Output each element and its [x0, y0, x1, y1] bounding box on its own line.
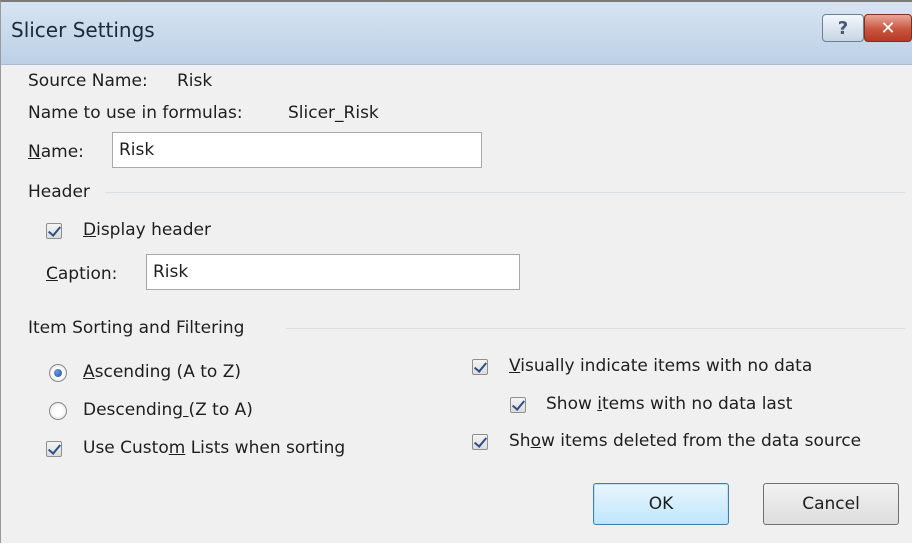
sorting-group-title: Item Sorting and Filtering [28, 318, 245, 338]
cancel-button[interactable]: Cancel [763, 483, 899, 525]
help-button[interactable]: ? [822, 14, 864, 42]
caption-label: Caption: [46, 264, 118, 284]
close-button[interactable]: ✕ [864, 14, 912, 42]
show-items-last-label[interactable]: Show items with no data last [546, 394, 792, 414]
close-icon: ✕ [880, 17, 896, 39]
caption-input[interactable] [146, 254, 520, 290]
help-icon: ? [837, 17, 849, 39]
formula-name-value: Slicer_Risk [288, 103, 379, 123]
custom-lists-checkbox[interactable] [46, 441, 62, 457]
show-deleted-items-label[interactable]: Show items deleted from the data source [509, 431, 861, 451]
ascending-radio[interactable] [49, 364, 67, 382]
slicer-settings-dialog: Slicer Settings ? ✕ Source Name: Risk Na… [0, 0, 912, 543]
descending-label[interactable]: Descending (Z to A) [83, 400, 253, 420]
custom-lists-label[interactable]: Use Custom Lists when sorting [83, 438, 345, 458]
name-input[interactable] [112, 132, 482, 168]
header-group-divider [105, 192, 905, 193]
descending-radio[interactable] [49, 402, 67, 420]
display-header-label[interactable]: Display header [83, 220, 211, 240]
ascending-label[interactable]: Ascending (A to Z) [83, 362, 241, 382]
formula-name-label: Name to use in formulas: [28, 103, 243, 123]
ok-button[interactable]: OK [593, 483, 729, 525]
header-group-title: Header [28, 182, 90, 202]
display-header-checkbox[interactable] [46, 223, 62, 239]
sorting-group-divider [286, 328, 905, 329]
visually-indicate-label[interactable]: Visually indicate items with no data [509, 356, 812, 376]
visually-indicate-checkbox[interactable] [472, 359, 488, 375]
show-deleted-items-checkbox[interactable] [472, 434, 488, 450]
source-name-value: Risk [177, 71, 213, 91]
show-items-last-checkbox[interactable] [510, 397, 526, 413]
name-label: Name: [28, 142, 84, 162]
title-bar[interactable]: Slicer Settings ? ✕ [1, 2, 912, 65]
source-name-label: Source Name: [28, 71, 148, 91]
dialog-title: Slicer Settings [11, 18, 155, 42]
dialog-content: Source Name: Risk Name to use in formula… [1, 65, 912, 545]
